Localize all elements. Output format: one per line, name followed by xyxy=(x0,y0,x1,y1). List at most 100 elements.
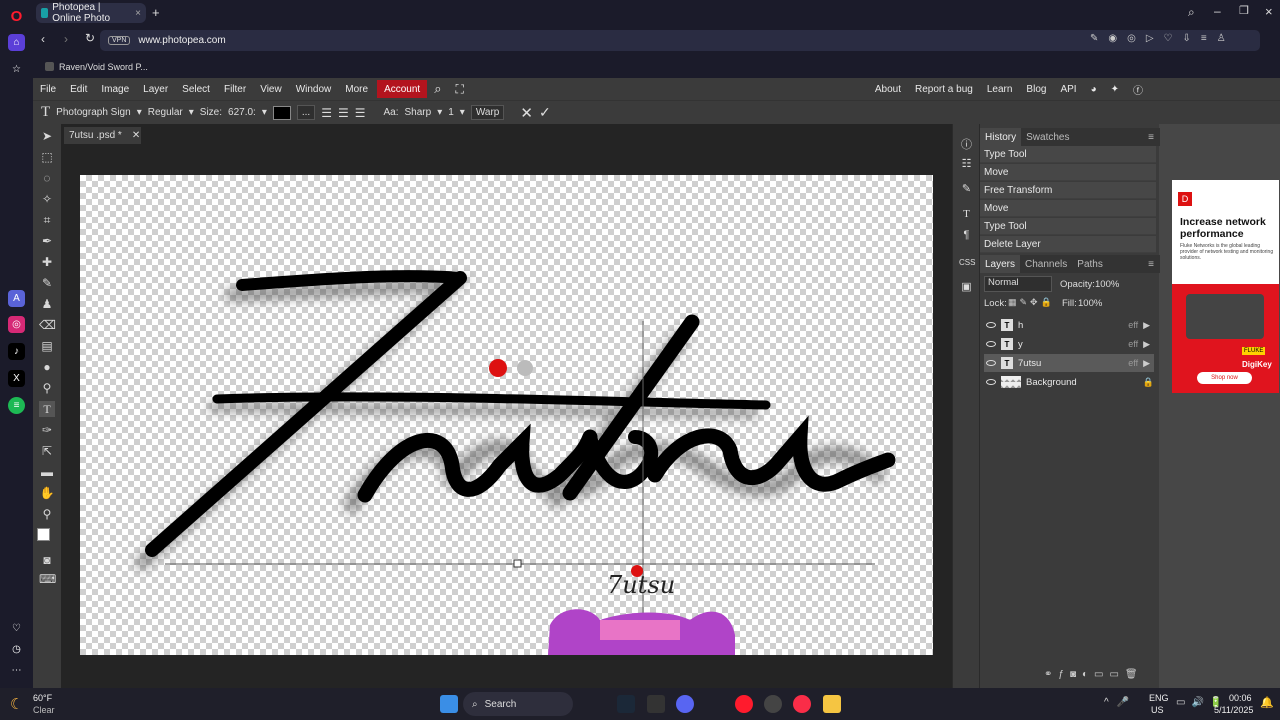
align-center-icon[interactable]: ☰ xyxy=(338,106,349,120)
brush-tool-icon[interactable]: ✎ xyxy=(39,275,55,291)
crop-tool-icon[interactable]: ⌗ xyxy=(39,212,55,228)
history-icon[interactable]: ◷ xyxy=(8,641,25,658)
marquee-tool-icon[interactable]: ⬚ xyxy=(39,149,55,165)
image-panel-icon[interactable]: ▣ xyxy=(959,280,974,293)
eraser-tool-icon[interactable]: ⌫ xyxy=(39,317,56,333)
layer-row[interactable]: Background 🔒 xyxy=(984,373,1154,391)
document-canvas[interactable]: 7utsu xyxy=(80,175,933,655)
hand-tool-icon[interactable]: ✋ xyxy=(39,485,55,501)
lasso-tool-icon[interactable]: ◌ xyxy=(39,170,55,186)
eye-icon[interactable] xyxy=(986,379,996,385)
expand-icon[interactable]: ▶ xyxy=(1143,339,1150,350)
tab-channels[interactable]: Channels xyxy=(1020,255,1072,273)
history-item[interactable]: Free Transform xyxy=(980,182,1156,199)
back-icon[interactable]: ‹ xyxy=(41,32,45,46)
ad-headline[interactable]: Increase network performance xyxy=(1180,216,1275,240)
star-icon[interactable]: ☆ xyxy=(8,61,25,78)
text-color-swatch[interactable] xyxy=(272,105,291,120)
itunes-icon[interactable] xyxy=(793,695,811,713)
menu-more[interactable]: More xyxy=(338,78,375,100)
advertisement[interactable]: D Increase network performance Fluke Net… xyxy=(1172,180,1279,393)
menu-image[interactable]: Image xyxy=(94,78,136,100)
magic-wand-tool-icon[interactable]: ✧ xyxy=(39,191,55,207)
eye-icon[interactable] xyxy=(986,360,996,366)
url-field[interactable]: VPN www.photopea.com xyxy=(100,30,1260,51)
expand-icon[interactable]: ▶ xyxy=(1143,320,1150,331)
antialias-select[interactable]: Sharp xyxy=(405,107,432,118)
history-item[interactable]: Delete Layer xyxy=(980,236,1156,253)
menu-filter[interactable]: Filter xyxy=(217,78,253,100)
opera-taskbar-icon[interactable] xyxy=(735,695,753,713)
history-item[interactable]: Type Tool xyxy=(980,146,1156,163)
file-explorer-icon[interactable] xyxy=(823,695,841,713)
obs-icon[interactable] xyxy=(764,695,782,713)
lang-code[interactable]: ENG xyxy=(1149,693,1169,703)
menu-select[interactable]: Select xyxy=(175,78,217,100)
facebook-icon[interactable]: ⓕ xyxy=(1126,78,1150,100)
quick-mask-icon[interactable]: ◙ xyxy=(39,552,55,568)
tab-swatches[interactable]: Swatches xyxy=(1021,128,1074,146)
forward-icon[interactable]: › xyxy=(64,32,68,46)
minimize-icon[interactable]: – xyxy=(1214,4,1221,18)
search-icon[interactable]: ⌕ xyxy=(427,78,448,100)
fullscreen-icon[interactable]: ⛶ xyxy=(449,78,471,100)
font-family-select[interactable]: Photograph Sign xyxy=(56,107,131,118)
path-select-tool-icon[interactable]: ⇱ xyxy=(39,443,55,459)
dodge-tool-icon[interactable]: ⚲ xyxy=(39,380,55,396)
type-tool-active-icon[interactable]: T xyxy=(39,401,55,417)
account-button[interactable]: Account xyxy=(377,80,428,98)
brush-settings-icon[interactable]: ✎ xyxy=(959,182,974,195)
ad-cta-button[interactable]: Shop now xyxy=(1197,372,1252,384)
layer-actions-icon[interactable]: ⚭ƒ◙◐▭▭🗑 xyxy=(1044,669,1144,680)
layer-name[interactable]: h xyxy=(1018,320,1023,331)
reddit-icon[interactable]: ◕ xyxy=(1084,78,1104,100)
history-item[interactable]: Move xyxy=(980,200,1156,217)
opacity-input[interactable]: 100% xyxy=(1095,279,1119,290)
shape-tool-icon[interactable]: ▬ xyxy=(39,464,55,480)
foreground-color-swatch[interactable] xyxy=(37,528,50,541)
align-left-icon[interactable]: ☰ xyxy=(321,106,332,120)
api-link[interactable]: API xyxy=(1053,78,1083,100)
layer-row[interactable]: T h eff ▶ xyxy=(984,316,1154,334)
tab-paths[interactable]: Paths xyxy=(1072,255,1108,273)
ad-image[interactable]: FLUKE DigiKey Shop now xyxy=(1172,284,1279,393)
maximize-icon[interactable]: ❐ xyxy=(1239,4,1249,17)
home-icon[interactable]: ⌂ xyxy=(8,34,25,51)
taskbar-search[interactable]: ⌕ Search xyxy=(463,692,573,716)
history-item[interactable]: Move xyxy=(980,164,1156,181)
tray-icons[interactable]: ^🎤 xyxy=(1104,697,1137,708)
info-icon[interactable]: ⓘ xyxy=(959,136,974,152)
expand-icon[interactable]: ▶ xyxy=(1143,358,1150,369)
panel-menu-icon[interactable]: ≡ xyxy=(1148,132,1154,143)
reload-icon[interactable]: ↻ xyxy=(85,31,95,45)
warp-button[interactable]: Warp xyxy=(470,105,505,120)
tracking-select[interactable]: 1 xyxy=(448,107,454,118)
bookmark-item[interactable]: Raven/Void Sword P... xyxy=(59,62,148,72)
aria-icon[interactable]: A xyxy=(8,290,25,307)
menu-layer[interactable]: Layer xyxy=(136,78,175,100)
clock-time[interactable]: 00:06 xyxy=(1229,693,1252,703)
css-icon[interactable]: CSS xyxy=(959,258,975,267)
menu-view[interactable]: View xyxy=(253,78,289,100)
address-actions-icon[interactable]: ✎◉◎▷♡⇩≡♙ xyxy=(1090,33,1236,44)
heart-icon[interactable]: ♡ xyxy=(8,620,25,637)
start-icon[interactable] xyxy=(440,695,458,713)
font-style-select[interactable]: Regular xyxy=(148,107,183,118)
layer-name[interactable]: y xyxy=(1018,339,1023,350)
keyboard-icon[interactable]: ⌨ xyxy=(39,571,56,587)
history-item[interactable]: Type Tool xyxy=(980,218,1156,235)
vpn-badge[interactable]: VPN xyxy=(108,36,131,45)
url-text[interactable]: www.photopea.com xyxy=(138,35,225,46)
blog-link[interactable]: Blog xyxy=(1019,78,1053,100)
panel-menu-icon[interactable]: ≡ xyxy=(1148,259,1154,270)
twitter-icon[interactable]: ✦ xyxy=(1104,78,1126,100)
steam-icon[interactable] xyxy=(617,695,635,713)
menu-file[interactable]: File xyxy=(33,78,63,100)
layer-name[interactable]: Background xyxy=(1026,377,1077,388)
learn-link[interactable]: Learn xyxy=(980,78,1020,100)
close-document-icon[interactable]: ✕ xyxy=(132,130,140,141)
tab-history[interactable]: History xyxy=(980,128,1022,146)
close-tab-icon[interactable]: × xyxy=(135,8,141,19)
pen-tool-icon[interactable]: ✑ xyxy=(39,422,55,438)
eye-icon[interactable] xyxy=(986,322,996,328)
